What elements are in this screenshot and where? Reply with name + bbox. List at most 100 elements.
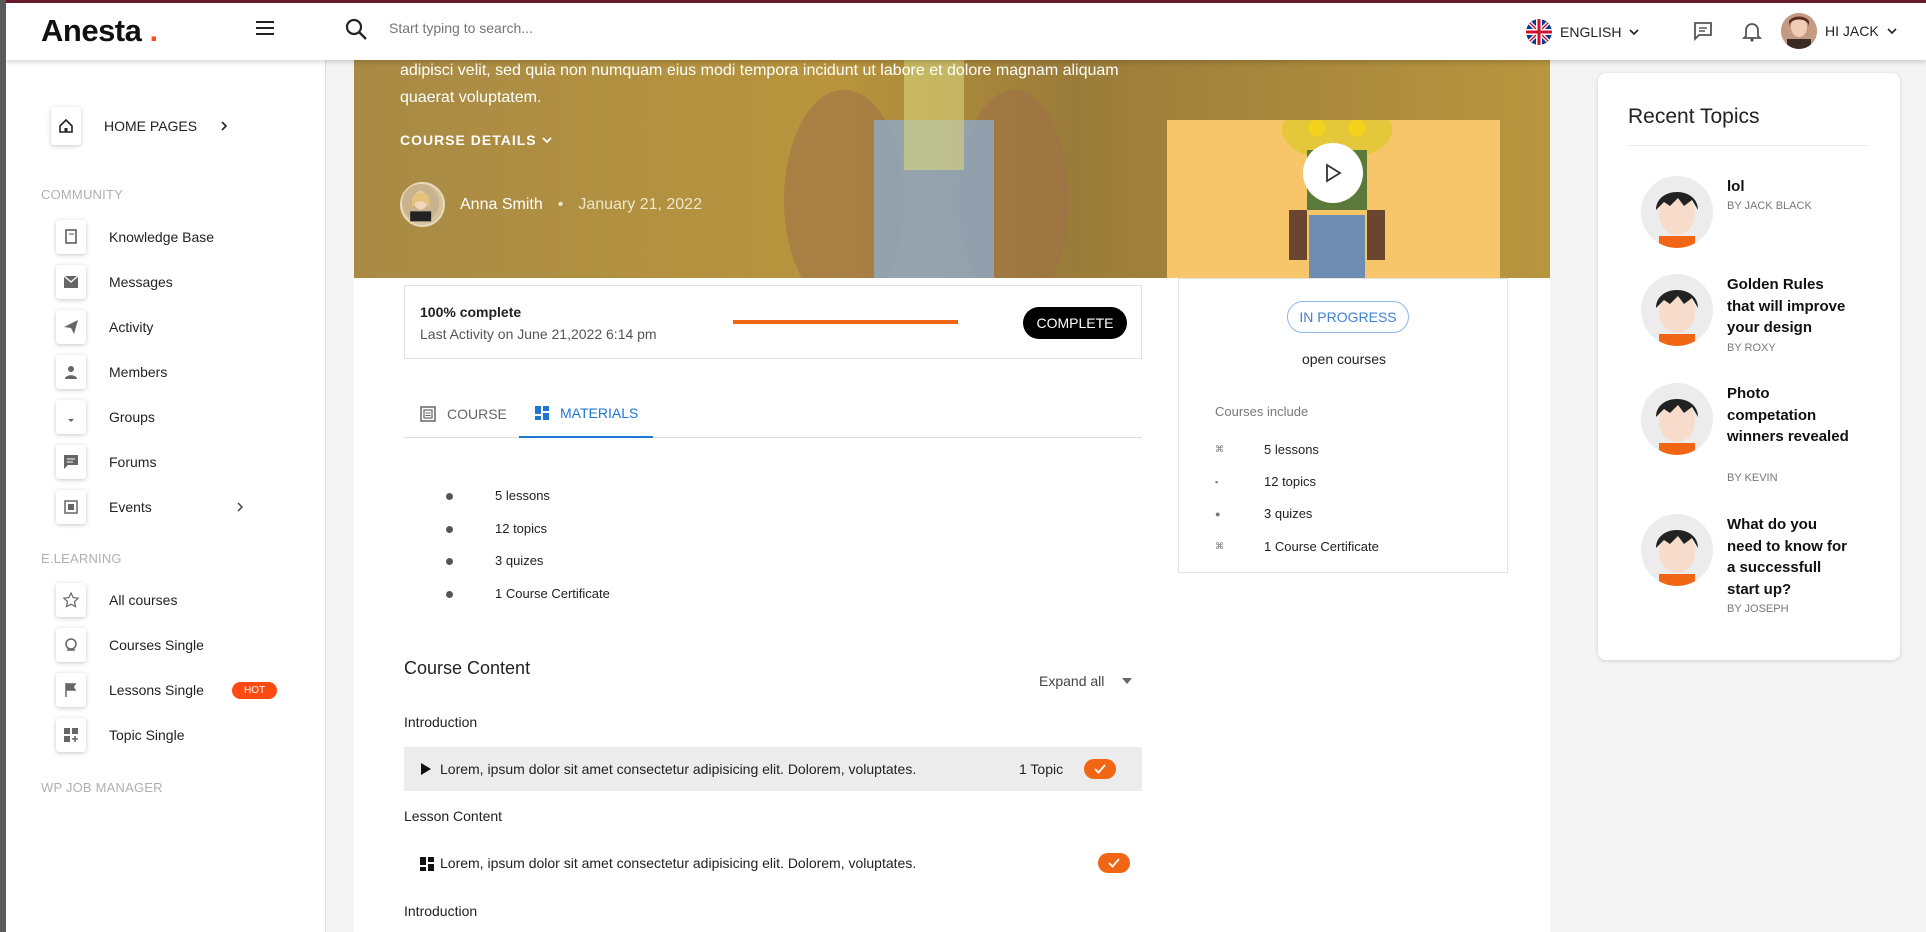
- topic-author: BY KEVIN: [1727, 472, 1778, 484]
- list-item: 1 Course Certificate: [446, 586, 610, 619]
- lesson-title: Lorem, ipsum dolor sit amet consectetur …: [440, 855, 917, 871]
- events-icon: [56, 490, 86, 524]
- topic-avatar: [1641, 176, 1713, 248]
- sidebar-item-activity[interactable]: Activity: [56, 310, 256, 344]
- progress-bar: [733, 320, 958, 324]
- language-selector[interactable]: ENGLISH: [1526, 19, 1640, 45]
- dashboard-icon: [420, 857, 434, 871]
- chevron-right-icon: [221, 121, 228, 131]
- recent-topics-title: Recent Topics: [1628, 105, 1760, 128]
- forum-icon: [56, 445, 86, 479]
- sidebar-item-label: Knowledge Base: [109, 229, 215, 245]
- lessons-icon: ⌘: [1215, 444, 1224, 454]
- complete-button[interactable]: COMPLETE: [1023, 307, 1127, 339]
- divider: [1628, 145, 1868, 146]
- sidebar-item-label: Groups: [109, 409, 155, 425]
- sidebar-item-topic-single[interactable]: Topic Single: [56, 718, 256, 752]
- user-avatar: [1781, 13, 1817, 49]
- course-tabs: COURSE MATERIALS: [404, 390, 1142, 438]
- sidebar-item-events[interactable]: Events: [56, 490, 256, 524]
- topic-avatar: [1641, 274, 1713, 346]
- lesson-title: Lorem, ipsum dolor sit amet consectetur …: [440, 761, 917, 777]
- sidebar-item-label: Courses Single: [109, 637, 204, 653]
- separator: •: [557, 195, 564, 213]
- course-details-toggle[interactable]: COURSE DETAILS: [400, 132, 552, 148]
- language-label: ENGLISH: [1560, 24, 1622, 40]
- search-input[interactable]: [389, 20, 789, 36]
- logo[interactable]: Anesta .: [41, 13, 158, 49]
- course-date: January 21, 2022: [578, 195, 702, 213]
- topic-count: 1 Topic: [1019, 761, 1064, 777]
- topic-title[interactable]: Photo competation winners revealed: [1727, 383, 1852, 448]
- star-icon: [56, 583, 86, 617]
- chevron-down-icon: [1887, 28, 1897, 35]
- progress-fill: [733, 320, 958, 324]
- expand-all-toggle[interactable]: Expand all: [1039, 673, 1133, 689]
- bulb-icon: [56, 628, 86, 662]
- sidebar-item-lessons-single[interactable]: Lessons Single HOT: [56, 673, 278, 707]
- certificate-icon: ⌘: [1215, 541, 1224, 551]
- section-introduction-2: Introduction: [404, 903, 478, 919]
- open-courses-label: open courses: [1301, 351, 1387, 367]
- list-item: 12 topics: [446, 521, 610, 554]
- menu-icon[interactable]: [256, 21, 274, 35]
- section-wp-job-manager: WP JOB MANAGER: [41, 780, 163, 795]
- play-triangle-icon[interactable]: [420, 763, 432, 775]
- chevron-right-icon[interactable]: [236, 502, 244, 512]
- sidebar-item-courses-single[interactable]: Courses Single: [56, 628, 256, 662]
- list-item: 3 quizes: [446, 553, 610, 586]
- author-avatar: [400, 182, 445, 227]
- check-icon: [1098, 853, 1130, 873]
- sidebar-item-home-pages[interactable]: HOME PAGES: [51, 107, 228, 145]
- quiz-icon: ●: [1215, 508, 1221, 519]
- tab-course[interactable]: COURSE: [404, 390, 522, 438]
- progress-card: 100% complete Last Activity on June 21,2…: [404, 285, 1142, 359]
- sidebar-item-label: Events: [109, 499, 152, 515]
- list-item: 5 lessons: [446, 488, 610, 521]
- author-name[interactable]: Anna Smith: [460, 196, 543, 214]
- lesson-row[interactable]: Lorem, ipsum dolor sit amet consectetur …: [404, 841, 1142, 885]
- document-icon: [56, 220, 86, 254]
- sidebar-item-all-courses[interactable]: All courses: [56, 583, 256, 617]
- play-icon: [1326, 163, 1342, 183]
- user-greeting: HI JACK: [1825, 23, 1879, 39]
- hot-badge: HOT: [232, 681, 278, 699]
- grid-plus-icon: [56, 718, 86, 752]
- main-content: adipisci velit, sed quia non numquam eiu…: [354, 60, 1550, 932]
- bell-icon[interactable]: [1741, 20, 1763, 42]
- mail-icon: [56, 265, 86, 299]
- sidebar-item-label: Messages: [109, 274, 173, 290]
- sidebar-item-label: All courses: [109, 592, 178, 608]
- topic-title[interactable]: Golden Rules that will improve your desi…: [1727, 274, 1852, 339]
- caret-down-icon: [1122, 678, 1133, 684]
- topic-avatar: [1641, 514, 1713, 586]
- sidebar-item-knowledge-base[interactable]: Knowledge Base: [56, 220, 256, 254]
- user-menu[interactable]: HI JACK: [1781, 13, 1897, 49]
- chevron-down-icon: [1629, 29, 1640, 36]
- header: Anesta . ENGLISH HI JACK: [6, 3, 1926, 60]
- include-item: ⌘ 1 Course Certificate: [1215, 539, 1379, 554]
- check-icon: [1084, 759, 1116, 779]
- sidebar-item-messages[interactable]: Messages: [56, 265, 256, 299]
- topic-title[interactable]: lol: [1727, 176, 1852, 198]
- course-icon: [420, 406, 436, 422]
- sidebar-item-label: Members: [109, 364, 168, 380]
- sidebar-item-members[interactable]: Members: [56, 355, 256, 389]
- sidebar-item-groups[interactable]: Groups: [56, 400, 256, 434]
- lesson-row[interactable]: Lorem, ipsum dolor sit amet consectetur …: [404, 747, 1142, 791]
- chat-icon[interactable]: [1692, 20, 1714, 42]
- topic-title[interactable]: What do you need to know for a successfu…: [1727, 514, 1852, 600]
- topic-avatar: [1641, 383, 1713, 455]
- sidebar-item-label: HOME PAGES: [104, 118, 198, 134]
- sidebar-item-forums[interactable]: Forums: [56, 445, 256, 479]
- section-introduction: Introduction: [404, 714, 478, 730]
- play-button[interactable]: [1303, 143, 1363, 203]
- search-icon[interactable]: [344, 17, 368, 41]
- sidebar-item-label: Forums: [109, 454, 157, 470]
- sidebar-item-label: Lessons Single: [109, 682, 204, 698]
- progress-title: 100% complete: [420, 304, 522, 320]
- status-badge[interactable]: IN PROGRESS: [1287, 301, 1409, 333]
- course-video-preview[interactable]: [1167, 120, 1500, 278]
- sidebar-item-label: Topic Single: [109, 727, 185, 743]
- tab-materials[interactable]: MATERIALS: [519, 390, 654, 438]
